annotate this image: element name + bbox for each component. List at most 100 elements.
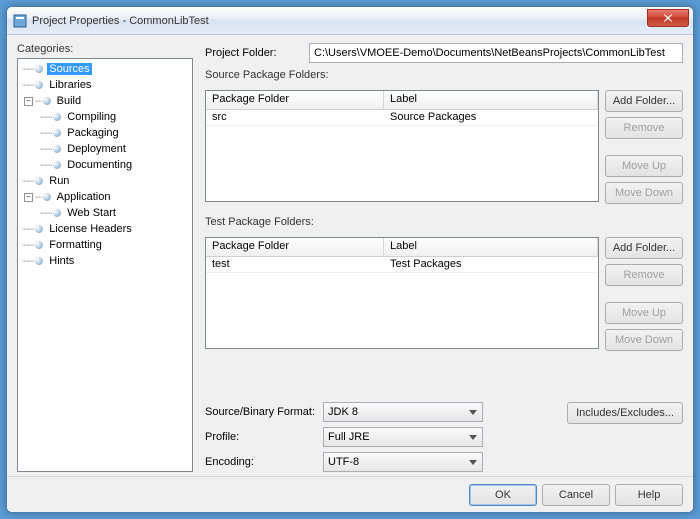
col-header-folder[interactable]: Package Folder — [206, 91, 384, 109]
profile-row: Profile: Full JRE — [205, 427, 555, 447]
categories-panel: Categories: ┈┈Sources┈┈Libraries−┈Build┈… — [17, 43, 193, 472]
tree-item-label: Hints — [47, 255, 76, 267]
test-folders-rows: test Test Packages — [206, 257, 598, 273]
test-folders-buttons: Add Folder... Remove Move Up Move Down — [605, 237, 683, 351]
categories-label: Categories: — [17, 43, 193, 55]
project-folder-label: Project Folder: — [205, 47, 303, 59]
bullet-icon — [53, 129, 61, 137]
source-folders-label: Source Package Folders: — [205, 69, 683, 81]
table-row[interactable]: test Test Packages — [206, 257, 598, 273]
tree-item-label: Build — [55, 95, 83, 107]
project-folder-input[interactable] — [309, 43, 683, 63]
close-button[interactable] — [647, 9, 689, 27]
table-row[interactable]: src Source Packages — [206, 110, 598, 126]
tree-item-label: Deployment — [65, 143, 128, 155]
tree-item-label: Compiling — [65, 111, 118, 123]
source-binary-label: Source/Binary Format: — [205, 406, 317, 418]
col-header-label[interactable]: Label — [384, 91, 598, 109]
tree-item[interactable]: ┈┈Hints — [20, 253, 190, 269]
bullet-icon — [53, 161, 61, 169]
move-down-button[interactable]: Move Down — [605, 182, 683, 204]
ok-button[interactable]: OK — [469, 484, 537, 506]
tree-item[interactable]: ┈┈Deployment — [20, 141, 190, 157]
bullet-icon — [35, 225, 43, 233]
bullet-icon — [35, 177, 43, 185]
tree-item-label: Run — [47, 175, 71, 187]
add-folder-button[interactable]: Add Folder... — [605, 90, 683, 112]
add-folder-button[interactable]: Add Folder... — [605, 237, 683, 259]
tree-item-label: Sources — [47, 63, 91, 75]
tree-item-label: Libraries — [47, 79, 93, 91]
dialog-footer: OK Cancel Help — [7, 476, 693, 512]
test-folders-label: Test Package Folders: — [205, 216, 683, 228]
col-header-label[interactable]: Label — [384, 238, 598, 256]
collapse-icon[interactable]: − — [24, 193, 33, 202]
tree-item[interactable]: ┈┈Documenting — [20, 157, 190, 173]
tree-item[interactable]: ┈┈Run — [20, 173, 190, 189]
bullet-icon — [35, 241, 43, 249]
tree-item-label: Documenting — [65, 159, 134, 171]
profile-select[interactable]: Full JRE — [323, 427, 483, 447]
move-up-button[interactable]: Move Up — [605, 302, 683, 324]
collapse-icon[interactable]: − — [24, 97, 33, 106]
bottom-fields: Source/Binary Format: JDK 8 Profile: Ful… — [205, 402, 683, 472]
encoding-label: Encoding: — [205, 456, 317, 468]
window-title: Project Properties - CommonLibTest — [32, 15, 647, 27]
cell-folder: src — [206, 110, 384, 125]
tree-item-label: Formatting — [47, 239, 104, 251]
profile-label: Profile: — [205, 431, 317, 443]
source-binary-row: Source/Binary Format: JDK 8 — [205, 402, 555, 422]
bullet-icon — [53, 145, 61, 153]
bullet-icon — [35, 257, 43, 265]
tree-item-label: Web Start — [65, 207, 118, 219]
source-folders-buttons: Add Folder... Remove Move Up Move Down — [605, 90, 683, 204]
tree-item[interactable]: −┈Application — [20, 189, 190, 205]
details-panel: Project Folder: Source Package Folders: … — [205, 43, 683, 472]
bullet-icon — [53, 113, 61, 121]
encoding-row: Encoding: UTF-8 — [205, 452, 555, 472]
bullet-icon — [35, 81, 43, 89]
tree-item[interactable]: ┈┈Compiling — [20, 109, 190, 125]
cancel-button[interactable]: Cancel — [542, 484, 610, 506]
content-area: Categories: ┈┈Sources┈┈Libraries−┈Build┈… — [7, 35, 693, 476]
remove-folder-button[interactable]: Remove — [605, 264, 683, 286]
bullet-icon — [53, 209, 61, 217]
tree-item[interactable]: ┈┈Packaging — [20, 125, 190, 141]
source-binary-select[interactable]: JDK 8 — [323, 402, 483, 422]
tree-item[interactable]: ┈┈Libraries — [20, 77, 190, 93]
tree-item-label: Packaging — [65, 127, 120, 139]
project-folder-row: Project Folder: — [205, 43, 683, 63]
source-folders-table[interactable]: Package Folder Label src Source Packages — [205, 90, 599, 202]
test-folders-block: Package Folder Label test Test Packages … — [205, 237, 683, 351]
categories-tree[interactable]: ┈┈Sources┈┈Libraries−┈Build┈┈Compiling┈┈… — [17, 58, 193, 472]
col-header-folder[interactable]: Package Folder — [206, 238, 384, 256]
includes-excludes-button[interactable]: Includes/Excludes... — [567, 402, 683, 424]
titlebar[interactable]: Project Properties - CommonLibTest — [7, 7, 693, 35]
source-folders-header: Package Folder Label — [206, 91, 598, 110]
bullet-icon — [35, 65, 43, 73]
tree-item[interactable]: ┈┈License Headers — [20, 221, 190, 237]
dialog-body: Categories: ┈┈Sources┈┈Libraries−┈Build┈… — [7, 35, 693, 512]
source-folders-block: Package Folder Label src Source Packages… — [205, 90, 683, 204]
source-folders-rows: src Source Packages — [206, 110, 598, 126]
move-up-button[interactable]: Move Up — [605, 155, 683, 177]
tree-item-label: License Headers — [47, 223, 134, 235]
tree-item[interactable]: ┈┈Sources — [20, 61, 190, 77]
cell-label: Source Packages — [384, 110, 598, 125]
cell-label: Test Packages — [384, 257, 598, 272]
cell-folder: test — [206, 257, 384, 272]
dialog-window: Project Properties - CommonLibTest Categ… — [6, 6, 694, 513]
move-down-button[interactable]: Move Down — [605, 329, 683, 351]
encoding-select[interactable]: UTF-8 — [323, 452, 483, 472]
app-icon — [13, 14, 27, 28]
tree-item[interactable]: ┈┈Web Start — [20, 205, 190, 221]
help-button[interactable]: Help — [615, 484, 683, 506]
tree-item[interactable]: −┈Build — [20, 93, 190, 109]
bottom-right: Includes/Excludes... — [563, 402, 683, 472]
test-folders-table[interactable]: Package Folder Label test Test Packages — [205, 237, 599, 349]
remove-folder-button[interactable]: Remove — [605, 117, 683, 139]
bottom-left: Source/Binary Format: JDK 8 Profile: Ful… — [205, 402, 555, 472]
bullet-icon — [43, 97, 51, 105]
bullet-icon — [43, 193, 51, 201]
tree-item[interactable]: ┈┈Formatting — [20, 237, 190, 253]
